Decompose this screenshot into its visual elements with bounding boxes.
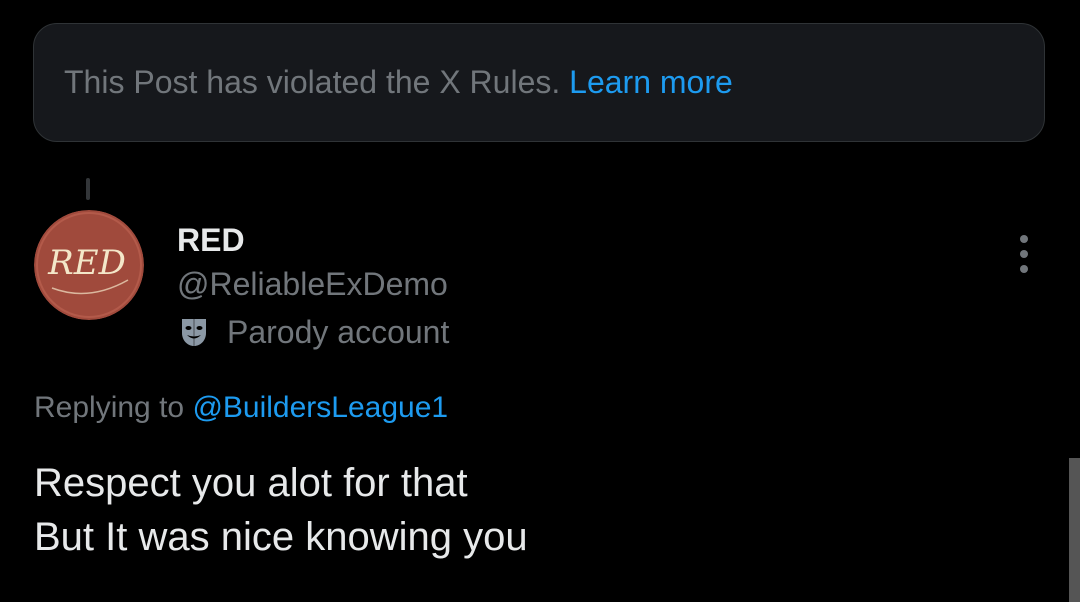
learn-more-link[interactable]: Learn more xyxy=(569,64,733,101)
more-options-button[interactable] xyxy=(1004,232,1044,276)
replying-to: Replying to @BuildersLeague1 xyxy=(34,388,448,428)
tweet-text-line: But It was nice knowing you xyxy=(34,515,528,559)
parody-account-label: Parody account xyxy=(227,313,450,350)
theater-masks-icon xyxy=(177,315,211,349)
scrollbar[interactable] xyxy=(1069,458,1080,602)
thread-connector-line xyxy=(86,178,90,200)
author-display-name[interactable]: RED xyxy=(177,220,245,260)
avatar[interactable]: RED xyxy=(34,210,144,320)
tweet-text: Respect you alot for that But It was nic… xyxy=(34,456,528,564)
violation-notice-text: This Post has violated the X Rules. xyxy=(64,64,561,100)
replying-to-label: Replying to xyxy=(34,391,185,424)
more-vertical-icon xyxy=(1020,235,1028,243)
tweet-text-line: Respect you alot for that xyxy=(34,461,468,505)
avatar-logo-text: RED xyxy=(47,243,126,283)
parody-account-badge: Parody account xyxy=(177,311,449,353)
replying-to-handle-link[interactable]: @BuildersLeague1 xyxy=(192,391,448,424)
author-handle[interactable]: @ReliableExDemo xyxy=(177,264,448,304)
violation-notice: This Post has violated the X Rules. Lear… xyxy=(33,23,1045,142)
